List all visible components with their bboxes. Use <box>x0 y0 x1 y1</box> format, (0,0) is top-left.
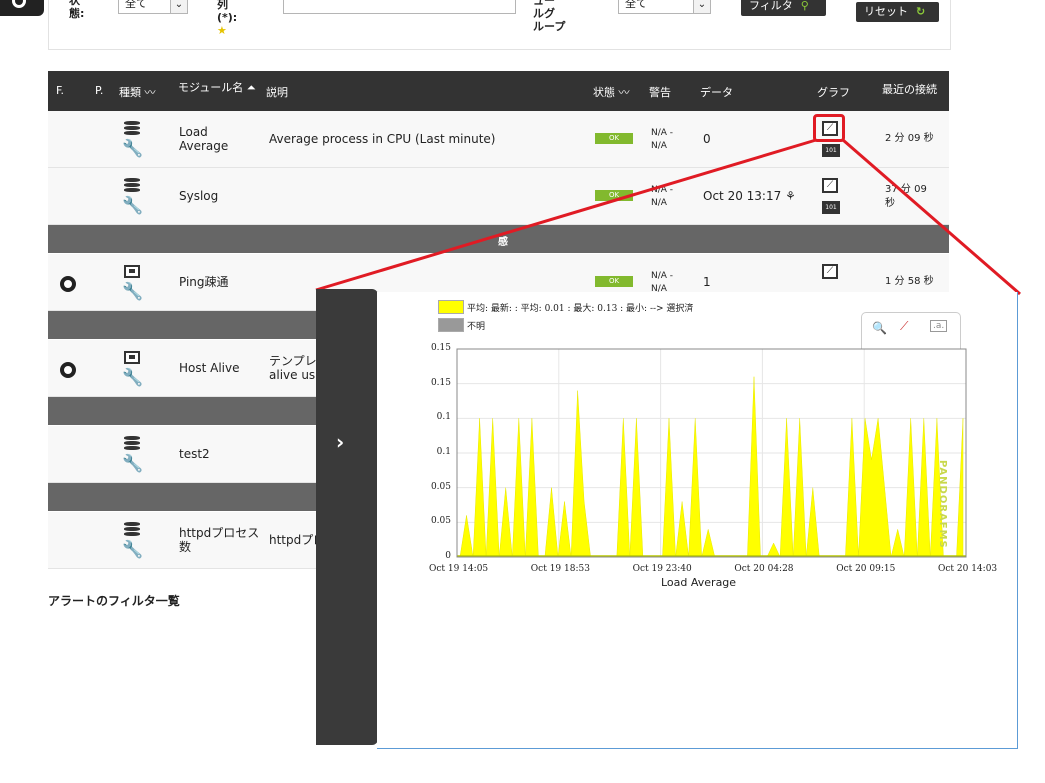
x-tick-label: Oct 19 18:53 <box>530 564 590 574</box>
y-tick-label: 0.05 <box>430 481 451 492</box>
x-tick-label: Oct 20 04:28 <box>734 564 794 574</box>
x-tick-label: Oct 20 14:03 <box>938 564 998 574</box>
chart-series <box>457 376 966 558</box>
y-tick-label: 0.15 <box>430 343 451 353</box>
x-tick-label: Oct 19 23:40 <box>632 564 692 574</box>
x-tick-label: Oct 19 14:05 <box>429 564 489 574</box>
y-tick-label: 0.05 <box>430 516 451 527</box>
x-axis-label: Load Average <box>661 576 737 589</box>
y-tick-label: 0.1 <box>436 412 451 423</box>
y-tick-label: 0 <box>445 551 451 561</box>
y-tick-label: 0.15 <box>430 377 451 388</box>
y-tick-label: 0.1 <box>436 447 451 457</box>
pandora-watermark: PANDORAFMS <box>937 460 948 549</box>
load-average-chart <box>456 348 967 558</box>
series-area <box>459 376 964 558</box>
x-tick-label: Oct 20 09:15 <box>836 564 896 574</box>
